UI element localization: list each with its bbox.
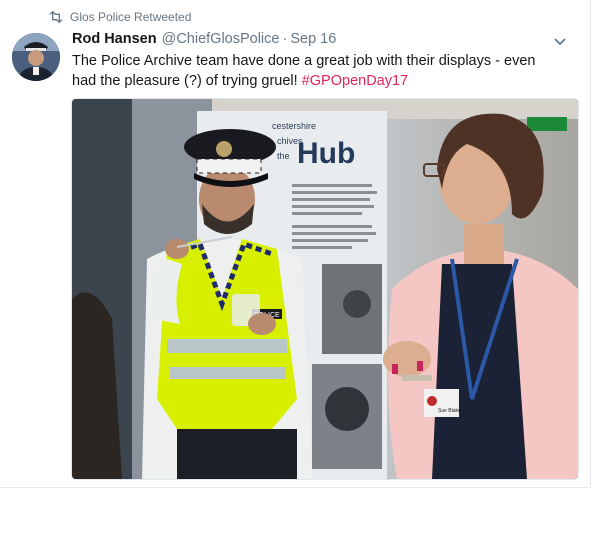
separator-dot: · <box>282 31 288 47</box>
tweet-text: The Police Archive team have done a grea… <box>72 51 552 91</box>
display-name[interactable]: Rod Hansen <box>72 31 157 47</box>
chevron-down-icon[interactable] <box>552 34 568 50</box>
retweet-context: Glos Police Retweeted <box>48 9 191 25</box>
banner-subtitle-1: cestershire <box>272 121 316 131</box>
exit-sign <box>527 117 567 131</box>
tweet-photo[interactable]: cestershire chives the Hub Sue Blake <box>71 98 579 480</box>
avatar[interactable] <box>12 33 60 81</box>
hashtag-link[interactable]: #GPOpenDay17 <box>302 73 408 89</box>
retweet-context-label[interactable]: Glos Police Retweeted <box>70 10 191 24</box>
user-handle[interactable]: @ChiefGlosPolice <box>162 31 280 47</box>
banner-title: Hub <box>297 137 355 170</box>
lanyard-badge-name: Sue Blake <box>438 408 461 414</box>
retweet-icon <box>49 10 63 24</box>
tweet-timestamp[interactable]: Sep 16 <box>290 31 336 47</box>
photo-scene: cestershire chives the Hub Sue Blake <box>72 99 578 479</box>
tweet-card[interactable]: Glos Police Retweeted Rod Hansen @ChiefG… <box>0 0 591 488</box>
tweet-header: Rod Hansen @ChiefGlosPolice · Sep 16 <box>72 31 560 51</box>
banner-subtitle-3: the <box>277 151 290 161</box>
